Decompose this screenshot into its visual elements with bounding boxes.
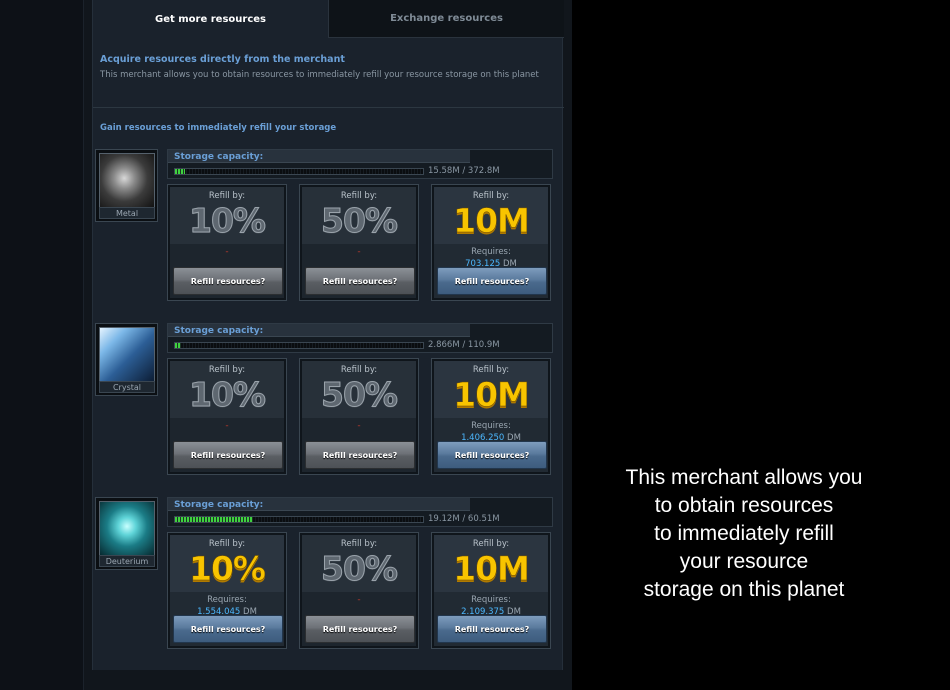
refill-option-card: Refill by: 50% - Refill resources? bbox=[299, 358, 419, 475]
refill-option-card: Refill by: 10M Requires: 703.125 DM Refill r… bbox=[431, 184, 551, 301]
refill-by-label: Refill by: bbox=[472, 539, 510, 549]
storage-progress-bar bbox=[174, 168, 424, 175]
refill-option-inner: Refill by: 50% - Refill resources? bbox=[302, 361, 416, 472]
unavailable-dash: - bbox=[357, 247, 361, 257]
refill-amount: 10% bbox=[189, 549, 267, 589]
refill-option-inner: Refill by: 10M Requires: 2.109.375 DM Refill… bbox=[434, 535, 548, 646]
refill-option-inner: Refill by: 10% Requires: 1.554.045 DM Refill… bbox=[170, 535, 284, 646]
refill-option-card: Refill by: 50% - Refill resources? bbox=[299, 532, 419, 649]
requires-label: Requires: bbox=[471, 247, 511, 257]
requires-label: Requires: bbox=[471, 595, 511, 605]
refill-resources-button[interactable]: Refill resources? bbox=[305, 615, 415, 643]
resource-thumbnail: Crystal bbox=[95, 323, 158, 396]
requires-label: Requires: bbox=[207, 595, 247, 605]
resource-thumbnail: Deuterium bbox=[95, 497, 158, 570]
refill-resources-button[interactable]: Refill resources? bbox=[305, 267, 415, 295]
storage-capacity-label: Storage capacity: bbox=[174, 500, 264, 510]
resource-row-crystal: Crystal Storage capacity: 2.866M / 110.9M R… bbox=[95, 323, 555, 483]
unavailable-dash: - bbox=[357, 421, 361, 431]
refill-amount: 50% bbox=[321, 549, 399, 589]
refill-amount: 10% bbox=[189, 201, 267, 241]
refill-resources-button[interactable]: Refill resources? bbox=[305, 441, 415, 469]
storage-capacity-value: 15.58M / 372.8M bbox=[428, 166, 500, 176]
storage-progress-ticks bbox=[175, 169, 423, 174]
refill-option-inner: Refill by: 10% - Refill resources? bbox=[170, 187, 284, 298]
refill-by-label: Refill by: bbox=[472, 365, 510, 375]
unavailable-dash: - bbox=[225, 421, 229, 431]
storage-capacity-box: Storage capacity: 15.58M / 372.8M bbox=[167, 149, 553, 179]
refill-option-card: Refill by: 50% - Refill resources? bbox=[299, 184, 419, 301]
caption-line: to obtain resources bbox=[654, 494, 834, 517]
left-background-strip bbox=[0, 0, 84, 690]
refill-amount: 50% bbox=[321, 375, 399, 415]
storage-capacity-label: Storage capacity: bbox=[174, 152, 264, 162]
refill-amount: 10% bbox=[189, 375, 267, 415]
refill-by-label: Refill by: bbox=[208, 365, 246, 375]
refill-by-label: Refill by: bbox=[340, 365, 378, 375]
storage-capacity-label: Storage capacity: bbox=[174, 326, 264, 336]
crystal-icon bbox=[99, 327, 155, 383]
deuterium-icon bbox=[99, 501, 155, 557]
refill-option-inner: Refill by: 50% - Refill resources? bbox=[302, 535, 416, 646]
refill-amount: 50% bbox=[321, 201, 399, 241]
storage-progress-bar bbox=[174, 342, 424, 349]
unavailable-dash: - bbox=[225, 247, 229, 257]
refill-resources-button[interactable]: Refill resources? bbox=[173, 267, 283, 295]
caption-line: storage on this planet bbox=[643, 578, 845, 601]
merchant-title: Acquire resources directly from the merc… bbox=[100, 54, 345, 65]
refill-by-label: Refill by: bbox=[208, 539, 246, 549]
caption-line: your resource bbox=[679, 550, 809, 573]
refill-resources-button[interactable]: Refill resources? bbox=[437, 267, 547, 295]
resource-name: Metal bbox=[99, 207, 155, 219]
unavailable-dash: - bbox=[357, 595, 361, 605]
refill-by-label: Refill by: bbox=[340, 191, 378, 201]
caption-line: This merchant allows you bbox=[625, 466, 863, 489]
resource-name: Crystal bbox=[99, 381, 155, 393]
tab-get-more-resources[interactable]: Get more resources bbox=[93, 0, 328, 38]
refill-by-label: Refill by: bbox=[340, 539, 378, 549]
refill-option-card: Refill by: 10% - Refill resources? bbox=[167, 184, 287, 301]
tab-exchange-resources[interactable]: Exchange resources bbox=[328, 0, 564, 38]
refill-amount: 10M bbox=[453, 549, 530, 589]
refill-option-card: Refill by: 10M Requires: 2.109.375 DM Refill… bbox=[431, 532, 551, 649]
refill-option-inner: Refill by: 50% - Refill resources? bbox=[302, 187, 416, 298]
caption-line: to immediately refill bbox=[654, 522, 834, 545]
resource-row-deuterium: Deuterium Storage capacity: 19.12M / 60.51… bbox=[95, 497, 555, 657]
refill-by-label: Refill by: bbox=[472, 191, 510, 201]
refill-option-inner: Refill by: 10M Requires: 703.125 DM Refill r… bbox=[434, 187, 548, 298]
resource-row-metal: Metal Storage capacity: 15.58M / 372.8M Ref… bbox=[95, 149, 555, 309]
merchant-header: Acquire resources directly from the merc… bbox=[100, 54, 555, 81]
requires-label: Requires: bbox=[471, 421, 511, 431]
caption-text: This merchant allows you to obtain resou… bbox=[590, 464, 898, 604]
refill-resources-button[interactable]: Refill resources? bbox=[437, 441, 547, 469]
metal-ore-icon bbox=[99, 153, 155, 209]
refill-option-card: Refill by: 10% - Refill resources? bbox=[167, 358, 287, 475]
refill-by-label: Refill by: bbox=[208, 191, 246, 201]
storage-progress-ticks bbox=[175, 517, 423, 522]
storage-progress-ticks bbox=[175, 343, 423, 348]
resource-name: Deuterium bbox=[99, 555, 155, 567]
refill-resources-button[interactable]: Refill resources? bbox=[437, 615, 547, 643]
storage-progress-bar bbox=[174, 516, 424, 523]
refill-amount: 10M bbox=[453, 201, 530, 241]
resource-thumbnail: Metal bbox=[95, 149, 158, 222]
refill-option-inner: Refill by: 10% - Refill resources? bbox=[170, 361, 284, 472]
section-title: Gain resources to immediately refill you… bbox=[100, 123, 337, 133]
storage-capacity-box: Storage capacity: 2.866M / 110.9M bbox=[167, 323, 553, 353]
tab-bar: Get more resources Exchange resources bbox=[93, 0, 564, 38]
refill-resources-button[interactable]: Refill resources? bbox=[173, 615, 283, 643]
refill-option-card: Refill by: 10M Requires: 1.406.250 DM Refill… bbox=[431, 358, 551, 475]
refill-option-inner: Refill by: 10M Requires: 1.406.250 DM Refill… bbox=[434, 361, 548, 472]
storage-capacity-value: 19.12M / 60.51M bbox=[428, 514, 500, 524]
refill-resources-button[interactable]: Refill resources? bbox=[173, 441, 283, 469]
storage-capacity-box: Storage capacity: 19.12M / 60.51M bbox=[167, 497, 553, 527]
header-divider bbox=[93, 107, 564, 108]
storage-capacity-value: 2.866M / 110.9M bbox=[428, 340, 500, 350]
merchant-description: This merchant allows you to obtain resou… bbox=[100, 70, 539, 80]
refill-amount: 10M bbox=[453, 375, 530, 415]
refill-option-card: Refill by: 10% Requires: 1.554.045 DM Refill… bbox=[167, 532, 287, 649]
